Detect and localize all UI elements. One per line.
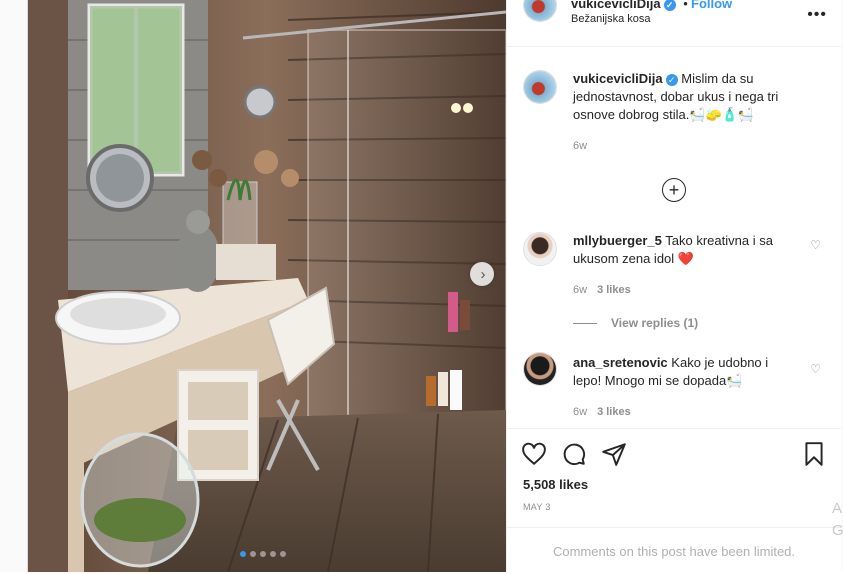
post-date[interactable]: MAY 3	[523, 502, 551, 512]
carousel-next-button[interactable]: ›	[470, 262, 494, 286]
post-photo[interactable]: ›	[28, 0, 506, 572]
caption-username[interactable]: vukicevicliDija	[573, 71, 663, 86]
share-icon[interactable]	[601, 441, 627, 467]
separator-dot: •	[683, 0, 688, 11]
post-actions: 5,508 likes MAY 3 Comments on this post …	[507, 428, 841, 573]
heart-icon[interactable]	[521, 441, 547, 467]
bathroom-photo	[28, 0, 506, 572]
comment-likes[interactable]: 3 likes	[597, 284, 631, 296]
bookmark-icon[interactable]	[801, 441, 827, 467]
carousel-dot	[260, 551, 266, 557]
comment-text: mllybuerger_5 Tako kreativna i sa ukusom…	[573, 232, 793, 268]
comment-like-heart-icon[interactable]: ♡	[810, 362, 821, 376]
comment-time[interactable]: 6w	[573, 406, 587, 418]
comment-like-heart-icon[interactable]: ♡	[810, 238, 821, 252]
post-modal: › vukicevicliDija ✓ • Follow Bežanijska k…	[27, 0, 841, 572]
comment-meta: 6w 3 likes	[573, 406, 631, 418]
caption-time[interactable]: 6w	[573, 140, 587, 152]
likes-count[interactable]: 5,508 likes	[523, 477, 588, 492]
carousel-dot	[250, 551, 256, 557]
comment-username[interactable]: ana_sretenovic	[573, 355, 668, 370]
commenter-avatar[interactable]	[523, 352, 557, 386]
follow-button[interactable]: Follow	[691, 0, 732, 11]
carousel-dot	[270, 551, 276, 557]
verified-icon: ✓	[663, 0, 676, 11]
comments-limited-notice: Comments on this post have been limited.	[507, 527, 841, 574]
carousel-dot	[240, 551, 246, 557]
side-letter: A	[832, 500, 843, 517]
plus-circle-icon[interactable]: +	[662, 178, 686, 202]
owner-avatar[interactable]	[523, 0, 557, 22]
comment-icon[interactable]	[561, 441, 587, 467]
chevron-right-icon: ›	[480, 265, 486, 283]
carousel-dots	[240, 551, 286, 557]
comment-text: ana_sretenovic Kako je udobno i lepo! Mn…	[573, 354, 793, 390]
caption-text: vukicevicliDija ✓ Mislim da su jednostavn…	[573, 70, 803, 124]
comment-time[interactable]: 6w	[573, 284, 587, 296]
location-link[interactable]: Bežanijska kosa	[571, 13, 651, 25]
carousel-dot	[280, 551, 286, 557]
commenter-avatar[interactable]	[523, 232, 557, 266]
side-letter: G	[832, 522, 843, 539]
view-replies-button[interactable]: View replies (1)	[573, 316, 698, 330]
post-side-panel: vukicevicliDija ✓ • Follow Bežanijska kos…	[506, 0, 841, 572]
comment-username[interactable]: mllybuerger_5	[573, 233, 662, 248]
comment-meta: 6w 3 likes	[573, 284, 631, 296]
comment-likes[interactable]: 3 likes	[597, 406, 631, 418]
view-replies-label: View replies (1)	[611, 316, 699, 330]
replies-divider	[573, 323, 597, 325]
more-icon[interactable]: •••	[807, 6, 827, 24]
verified-icon: ✓	[665, 73, 678, 86]
post-header: vukicevicliDija ✓ • Follow Bežanijska kos…	[507, 0, 841, 47]
owner-username[interactable]: vukicevicliDija	[571, 0, 661, 11]
caption-avatar[interactable]	[523, 70, 557, 104]
owner-username-row: vukicevicliDija ✓ •	[571, 0, 692, 11]
